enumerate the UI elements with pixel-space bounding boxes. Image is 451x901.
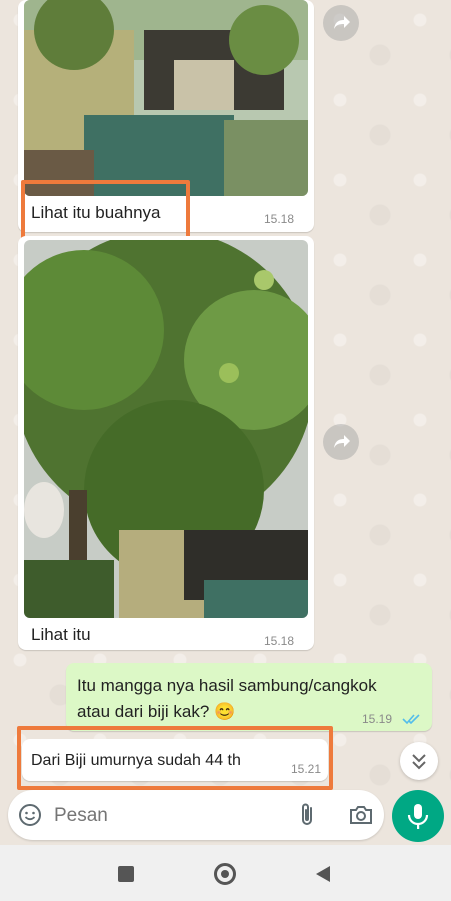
- voice-record-button[interactable]: [392, 790, 444, 842]
- nav-recents-icon[interactable]: [118, 866, 134, 882]
- emoji-icon[interactable]: [18, 803, 42, 827]
- forward-icon: [334, 16, 350, 29]
- caption-highlight-2: [17, 726, 333, 790]
- attach-icon[interactable]: [296, 802, 320, 828]
- message-caption: Lihat itu: [31, 625, 91, 644]
- forward-button[interactable]: [323, 424, 359, 460]
- system-navigation-bar: [0, 845, 451, 901]
- image-message-2[interactable]: Lihat itu 15.18: [18, 236, 314, 650]
- smile-emoji: 😊: [214, 702, 236, 721]
- forward-icon: [334, 435, 350, 448]
- camera-icon[interactable]: [348, 803, 374, 827]
- forward-button[interactable]: [323, 5, 359, 41]
- caption-highlight-1: [21, 180, 190, 242]
- outgoing-message[interactable]: Itu mangga nya hasil sambung/cangkok ata…: [66, 663, 432, 731]
- message-time: 15.19: [362, 712, 393, 726]
- message-input[interactable]: [52, 800, 286, 832]
- message-time: 15.18: [264, 634, 295, 648]
- message-image[interactable]: [24, 240, 308, 618]
- message-time: 15.18: [264, 212, 295, 226]
- message-text: Itu mangga nya hasil sambung/cangkok ata…: [77, 676, 377, 721]
- scroll-to-bottom-button[interactable]: [400, 742, 438, 780]
- message-image[interactable]: [24, 0, 308, 196]
- nav-home-icon[interactable]: [214, 863, 236, 885]
- scroll-down-icon: [412, 754, 426, 770]
- mic-icon: [407, 804, 429, 829]
- nav-back-icon[interactable]: [314, 865, 332, 883]
- message-input-bar: [8, 790, 384, 840]
- read-ticks-icon: [402, 714, 420, 725]
